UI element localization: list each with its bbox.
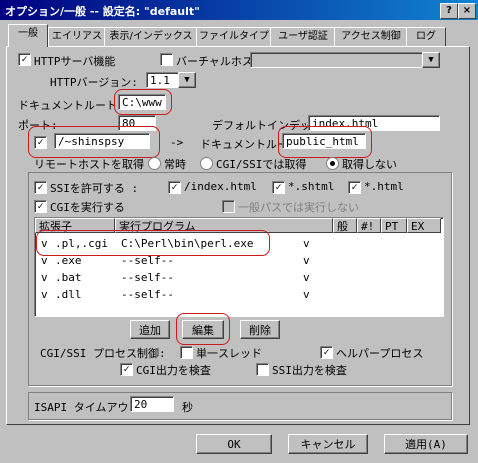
isapi-timeout-unit: 秒: [182, 401, 193, 414]
isapi-timeout-input[interactable]: 20: [130, 396, 174, 412]
tab-log[interactable]: ログ: [406, 27, 446, 47]
remote-host-always-radio[interactable]: [148, 157, 161, 170]
row-mark: v: [41, 288, 48, 301]
close-button[interactable]: ×: [458, 3, 476, 19]
column-header-pt[interactable]: PT: [381, 218, 407, 233]
row-general: v: [303, 254, 310, 267]
tab-alias[interactable]: エイリアス: [48, 27, 106, 47]
row-general: v: [303, 271, 310, 284]
tab-access-control[interactable]: アクセス制御: [334, 27, 408, 47]
general-path-label: 一般パスでは実行しない: [238, 201, 359, 214]
annotation-highlight: [28, 126, 160, 158]
ssi-checkbox[interactable]: ✓: [34, 181, 47, 194]
process-control-label: CGI/SSI プロセス制御:: [40, 347, 166, 360]
check-cgi-output-checkbox[interactable]: ✓: [120, 363, 133, 376]
general-path-checkbox[interactable]: [222, 200, 235, 213]
remote-host-option-label: 取得しない: [342, 158, 397, 171]
http-version-label: HTTPバージョン:: [50, 76, 138, 89]
annotation-highlight: [278, 126, 372, 158]
remote-host-none-radio[interactable]: [326, 157, 339, 170]
isapi-timeout-label: ISAPI タイムアウト: [34, 401, 140, 414]
docroot-label: ドキュメントルート:: [18, 99, 124, 112]
remote-host-option-label: 常時: [164, 158, 186, 171]
chevron-down-icon[interactable]: ▼: [422, 52, 440, 68]
arrow-label: ->: [170, 136, 184, 149]
ssi-shtml-checkbox[interactable]: ✓: [272, 181, 285, 194]
single-thread-label: 単一スレッド: [196, 347, 262, 360]
ssi-html-checkbox[interactable]: ✓: [348, 181, 361, 194]
row-mark: v: [41, 271, 48, 284]
row-general: v: [303, 288, 310, 301]
table-row[interactable]: v .dll --self-- v: [39, 287, 439, 303]
delete-button[interactable]: 削除: [240, 320, 280, 339]
helper-process-checkbox[interactable]: ✓: [320, 346, 333, 359]
add-button[interactable]: 追加: [130, 320, 170, 339]
title-bar: オプション/一般 -- 設定名: "default" ? ×: [0, 0, 478, 20]
row-ext: .bat: [55, 271, 82, 284]
tab-user-auth[interactable]: ユーザ認証: [270, 27, 336, 47]
ssi-ext-label: *.shtml: [288, 180, 335, 193]
http-server-label: HTTPサーバ機能: [34, 55, 116, 68]
window-title: オプション/一般 -- 設定名: "default": [5, 5, 200, 18]
remote-host-option-label: CGI/SSIでは取得: [216, 158, 307, 171]
tab-general[interactable]: 一般: [8, 24, 48, 47]
check-cgi-output-label: CGI出力を検査: [136, 364, 211, 377]
cgi-label: CGIを実行する: [50, 201, 125, 214]
apply-button[interactable]: 適用(A): [384, 434, 468, 454]
helper-process-label: ヘルパープロセス: [336, 347, 424, 360]
ssi-index-checkbox[interactable]: ✓: [168, 181, 181, 194]
single-thread-checkbox[interactable]: [180, 346, 193, 359]
ok-button[interactable]: OK: [196, 434, 272, 454]
tab-filetype[interactable]: ファイルタイプ: [196, 27, 272, 47]
remote-host-label: リモートホストを取得: [34, 158, 144, 171]
row-program: --self--: [121, 271, 174, 284]
ssi-ext-label: *.html: [364, 180, 404, 193]
annotation-highlight: [176, 313, 230, 345]
virtual-host-select[interactable]: [250, 52, 440, 68]
help-button[interactable]: ?: [440, 3, 458, 19]
row-general: v: [303, 237, 310, 250]
check-ssi-output-label: SSI出力を検査: [272, 364, 347, 377]
cancel-button[interactable]: キャンセル: [288, 434, 368, 454]
remote-host-cgi-radio[interactable]: [200, 157, 213, 170]
column-header-shebang[interactable]: #!: [357, 218, 381, 233]
chevron-down-icon[interactable]: ▼: [178, 72, 196, 88]
ssi-ext-label: /index.html: [184, 180, 257, 193]
row-program: --self--: [121, 288, 174, 301]
tab-display-index[interactable]: 表示/インデックス: [104, 27, 198, 47]
column-header-general[interactable]: 般: [333, 218, 357, 233]
column-header-ex[interactable]: EX: [407, 218, 441, 233]
table-row[interactable]: v .bat --self-- v: [39, 270, 439, 286]
check-ssi-output-checkbox[interactable]: [256, 363, 269, 376]
annotation-highlight: [36, 230, 270, 256]
virtual-host-checkbox[interactable]: [160, 53, 173, 66]
row-ext: .dll: [55, 288, 82, 301]
http-server-checkbox[interactable]: ✓: [18, 53, 31, 66]
ssi-label: SSIを許可する :: [50, 182, 139, 195]
cgi-checkbox[interactable]: ✓: [34, 200, 47, 213]
annotation-highlight: [114, 89, 172, 115]
